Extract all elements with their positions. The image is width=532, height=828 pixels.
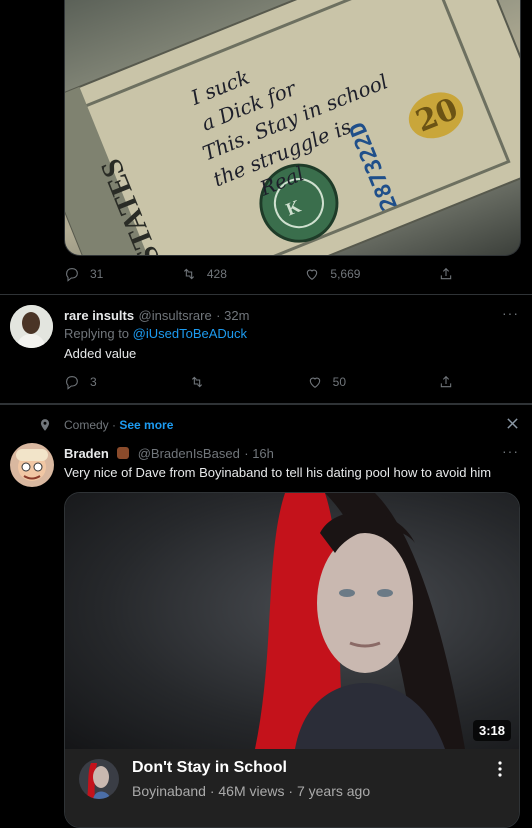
tweet-actions: 31 428 5,669 [64,266,454,282]
reply-count: 3 [90,375,97,389]
handle[interactable]: @BradenIsBased [138,446,240,461]
channel-avatar[interactable] [79,759,119,799]
kebab-menu-icon[interactable] [497,761,503,782]
more-options-icon[interactable]: ··· [502,305,519,321]
heart-icon [307,269,318,280]
heart-icon [309,377,320,388]
more-options-icon[interactable]: ··· [502,443,519,459]
like-button[interactable]: 5,669 [304,266,360,282]
like-count: 5,669 [330,267,361,281]
video-duration: 3:18 [472,720,511,741]
badge-icon [117,447,130,459]
topic-label[interactable]: Comedy [64,418,109,432]
retweet-button[interactable] [189,374,215,390]
tweet-image[interactable]: K STATES I suck a Dick for This. Stay in… [64,0,521,256]
display-name[interactable]: Braden [64,446,109,461]
video-title[interactable]: Don't Stay in School [132,759,287,777]
see-more-link[interactable]: See more [119,418,173,432]
reply-icon [66,376,78,390]
close-icon[interactable] [506,417,519,435]
replying-to-label: Replying to [64,326,130,341]
handle[interactable]: @insultsrare [139,308,212,323]
share-button[interactable] [438,374,454,390]
tweet-text: Very nice of Dave from Boyinaband to tel… [64,465,492,480]
reply-count: 31 [90,267,104,281]
topic-icon [38,418,52,437]
tweet-text: Added value [64,346,137,361]
like-button[interactable]: 50 [307,374,346,390]
timestamp[interactable]: · 32m [216,308,249,323]
upload-age: · 7 years ago [288,783,371,799]
timestamp[interactable]: · 16h [244,446,274,461]
avatar[interactable] [10,305,53,348]
retweet-count: 428 [206,267,227,281]
retweet-icon [191,376,202,388]
share-icon [440,375,452,388]
video-card[interactable]: 3:18 Don't Stay in School Boyinaband · 4… [64,492,520,828]
video-thumbnail[interactable]: 3:18 [65,493,519,749]
reply-button[interactable]: 3 [64,374,97,390]
replying-to-handle[interactable]: @iUsedToBeADuck [133,326,247,341]
reply-icon [66,268,78,282]
display-name[interactable]: rare insults [64,308,134,323]
view-count: · 46M views [209,783,285,799]
like-count: 50 [332,375,347,389]
retweet-button[interactable]: 428 [181,266,227,282]
avatar[interactable] [10,443,54,487]
share-icon [440,267,452,280]
channel-name[interactable]: Boyinaband [132,783,206,799]
share-button[interactable] [438,266,454,282]
retweet-icon [183,268,194,280]
video-info-bar[interactable]: Don't Stay in School Boyinaband · 46M vi… [65,749,519,827]
divider [0,294,532,295]
divider [0,403,532,405]
tweet-actions: 3 50 [64,374,454,390]
reply-button[interactable]: 31 [64,266,103,282]
